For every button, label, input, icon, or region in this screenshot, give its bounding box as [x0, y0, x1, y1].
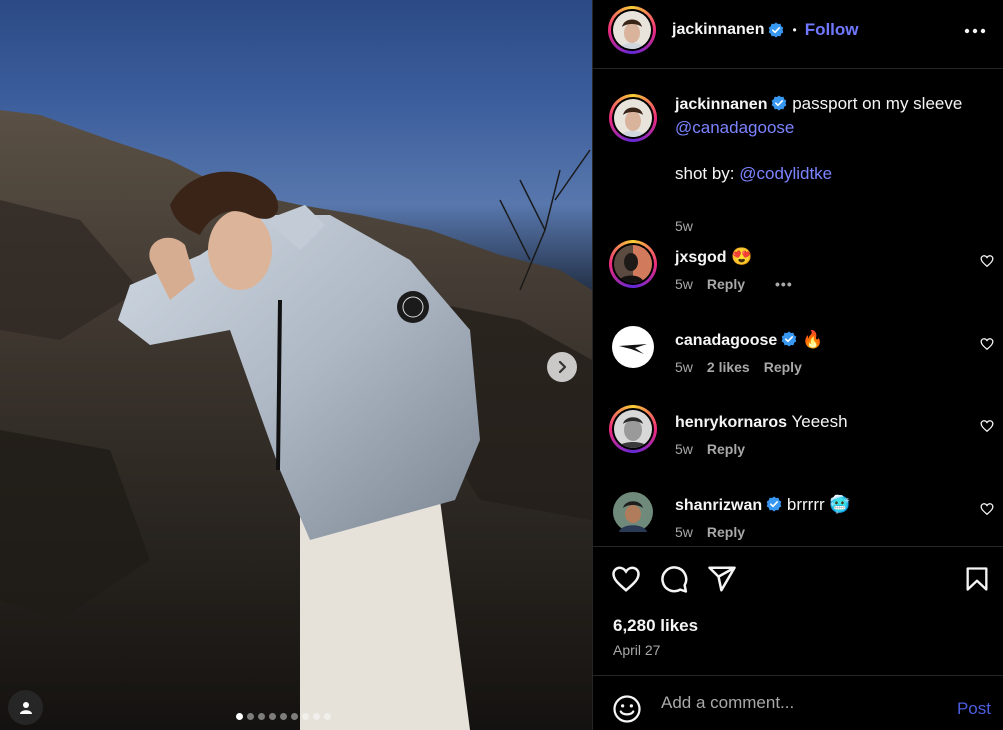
carousel-dot: [236, 713, 243, 720]
carousel-next-button[interactable]: [547, 352, 577, 382]
commenter-avatar[interactable]: [609, 240, 657, 288]
caption-avatar[interactable]: [609, 94, 657, 142]
comment-username[interactable]: jxsgod: [675, 249, 727, 266]
author-avatar-image: [613, 11, 651, 49]
author-username[interactable]: jackinnanen: [672, 21, 764, 39]
canadagoose-logo: [612, 326, 654, 368]
carousel-indicator: [236, 713, 331, 720]
likes-count[interactable]: 6,280 likes: [613, 616, 698, 636]
post-comment-button[interactable]: Post: [957, 699, 991, 719]
comment-timestamp[interactable]: 5w: [675, 524, 693, 540]
comment-username[interactable]: shanrizwan: [675, 497, 762, 514]
reply-button[interactable]: Reply: [707, 276, 745, 292]
comment-item: henrykornaros Yeeesh 5w Reply: [609, 405, 994, 475]
comments-list[interactable]: jackinnanen passport on my sleeve @canad…: [593, 70, 1003, 546]
emoji-icon[interactable]: [612, 694, 642, 724]
caption-avatar-image: [614, 99, 652, 137]
comment-options-button[interactable]: •••: [775, 276, 793, 292]
caption-text: passport on my sleeve: [792, 94, 963, 113]
commenter-avatar[interactable]: [613, 492, 653, 532]
post-details-panel: jackinnanen • Follow jackinnanen passpor…: [592, 0, 1003, 730]
verified-badge-icon: [781, 331, 797, 347]
carousel-dot: [313, 713, 320, 720]
follow-button[interactable]: Follow: [805, 20, 859, 40]
reply-button[interactable]: Reply: [764, 359, 802, 375]
comment-timestamp[interactable]: 5w: [675, 359, 693, 375]
comment-username[interactable]: canadagoose: [675, 332, 777, 349]
comment-emoji: 🥶: [829, 495, 851, 514]
carousel-dot: [247, 713, 254, 720]
comment-item: canadagoose 🔥 5w 2 likes Reply: [609, 323, 994, 393]
chevron-right-icon: [558, 360, 567, 374]
post-photo[interactable]: [0, 0, 592, 730]
post-actions: 6,280 likes April 27 Post: [593, 546, 1003, 730]
carousel-dot: [258, 713, 265, 720]
post-date[interactable]: April 27: [613, 642, 660, 658]
header-separator: •: [792, 23, 797, 37]
user-tag-icon: [19, 701, 32, 714]
comment-text: brrrrr: [786, 495, 825, 514]
caption-timestamp[interactable]: 5w: [675, 218, 693, 234]
reply-button[interactable]: Reply: [707, 524, 745, 540]
photo-scene: [0, 110, 592, 730]
comment-item: jxsgod 😍 5w Reply •••: [609, 240, 994, 310]
commenter-avatar-image: [614, 245, 652, 283]
verified-badge-icon: [772, 95, 787, 111]
carousel-dot: [302, 713, 309, 720]
caption-shot-by: shot by:: [675, 164, 735, 183]
heart-icon[interactable]: [611, 564, 641, 594]
commenter-avatar[interactable]: [609, 405, 657, 453]
comment-username[interactable]: henrykornaros: [675, 414, 787, 431]
commenter-avatar[interactable]: [611, 325, 655, 369]
comment-like-heart-icon[interactable]: [980, 419, 994, 433]
carousel-dot: [269, 713, 276, 720]
caption-photographer-mention[interactable]: @codylidtke: [739, 164, 832, 183]
comment-like-heart-icon[interactable]: [980, 502, 994, 516]
comment-text: Yeeesh: [791, 412, 848, 431]
comment-icon[interactable]: [659, 564, 689, 594]
carousel-dot: [324, 713, 331, 720]
bookmark-icon[interactable]: [963, 564, 991, 594]
carousel-dot: [291, 713, 298, 720]
comment-like-heart-icon[interactable]: [980, 337, 994, 351]
verified-badge-icon: [769, 22, 784, 38]
comment-emoji: 🔥: [802, 330, 824, 349]
carousel-dot: [280, 713, 287, 720]
comment-emoji: 😍: [731, 247, 753, 266]
commenter-avatar-image: [613, 492, 653, 532]
author-avatar[interactable]: [608, 6, 656, 54]
comment-timestamp[interactable]: 5w: [675, 276, 693, 292]
comment-likes-count[interactable]: 2 likes: [707, 359, 750, 375]
comment-item: shanrizwan brrrrr 🥶 5w Reply: [609, 488, 994, 546]
more-horizontal-icon[interactable]: [964, 21, 986, 41]
comment-composer: Post: [593, 675, 1003, 730]
comment-timestamp[interactable]: 5w: [675, 441, 693, 457]
verified-badge-icon: [766, 496, 782, 512]
caption-username[interactable]: jackinnanen: [675, 96, 767, 113]
reply-button[interactable]: Reply: [707, 441, 745, 457]
tagged-users-button[interactable]: [8, 690, 43, 725]
commenter-avatar-image: [614, 410, 652, 448]
share-icon[interactable]: [707, 564, 737, 594]
post-header: jackinnanen • Follow: [593, 0, 1003, 69]
comment-input[interactable]: [661, 693, 941, 713]
comment-like-heart-icon[interactable]: [980, 254, 994, 268]
caption-mention[interactable]: @canadagoose: [675, 118, 794, 137]
